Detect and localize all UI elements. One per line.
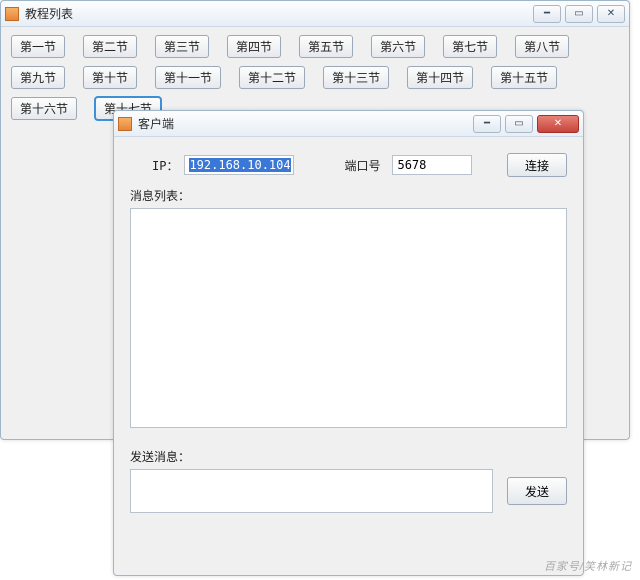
lesson-button-label: 第三节	[164, 38, 200, 55]
send-label: 发送	[525, 483, 549, 500]
ip-input[interactable]: 192.168.10.104	[184, 155, 294, 175]
main-titlebar[interactable]: 教程列表 ━ ▭ ✕	[1, 1, 629, 27]
ip-value-selected: 192.168.10.104	[189, 158, 290, 172]
lesson-button[interactable]: 第十四节	[407, 66, 473, 89]
lesson-button-label: 第五节	[308, 38, 344, 55]
app-icon	[5, 7, 19, 21]
minimize-button[interactable]: ━	[533, 5, 561, 23]
port-input[interactable]: 5678	[392, 155, 472, 175]
lesson-button[interactable]: 第十六节	[11, 97, 77, 120]
connect-button[interactable]: 连接	[507, 153, 567, 177]
lesson-button-label: 第十六节	[20, 100, 68, 117]
watermark-text: 百家号/笑林新记	[544, 558, 632, 574]
close-button[interactable]: ✕	[537, 115, 579, 133]
lesson-button[interactable]: 第十一节	[155, 66, 221, 89]
lesson-button[interactable]: 第十三节	[323, 66, 389, 89]
port-label: 端口号	[344, 157, 380, 174]
app-icon	[118, 117, 132, 131]
send-message-label: 发送消息：	[130, 448, 567, 465]
lesson-button[interactable]: 第一节	[11, 35, 65, 58]
lesson-button[interactable]: 第九节	[11, 66, 65, 89]
lesson-button[interactable]: 第六节	[371, 35, 425, 58]
client-window-controls: ━ ▭ ✕	[469, 115, 579, 133]
connection-row: IP： 192.168.10.104 端口号 5678 连接	[130, 153, 567, 177]
lesson-button-label: 第十四节	[416, 69, 464, 86]
close-button[interactable]: ✕	[597, 5, 625, 23]
client-titlebar[interactable]: 客户端 ━ ▭ ✕	[114, 111, 583, 137]
client-client-area: IP： 192.168.10.104 端口号 5678 连接 消息列表： 发送消…	[114, 137, 583, 575]
lesson-button-label: 第四节	[236, 38, 272, 55]
lesson-button-label: 第二节	[92, 38, 128, 55]
message-list-textarea[interactable]	[130, 208, 567, 428]
minimize-button[interactable]: ━	[473, 115, 501, 133]
lesson-button[interactable]: 第十节	[83, 66, 137, 89]
main-window-controls: ━ ▭ ✕	[529, 5, 625, 23]
message-list-label: 消息列表：	[130, 187, 567, 204]
port-value: 5678	[397, 158, 426, 172]
lesson-button[interactable]: 第八节	[515, 35, 569, 58]
lesson-button[interactable]: 第五节	[299, 35, 353, 58]
lesson-button-label: 第十三节	[332, 69, 380, 86]
maximize-button[interactable]: ▭	[505, 115, 533, 133]
lesson-button-label: 第九节	[20, 69, 56, 86]
lesson-button[interactable]: 第十二节	[239, 66, 305, 89]
connect-label: 连接	[525, 157, 549, 174]
lesson-button[interactable]: 第十五节	[491, 66, 557, 89]
maximize-button[interactable]: ▭	[565, 5, 593, 23]
client-window: 客户端 ━ ▭ ✕ IP： 192.168.10.104 端口号 5678 连接…	[113, 110, 584, 576]
lesson-button-label: 第十二节	[248, 69, 296, 86]
lesson-button[interactable]: 第四节	[227, 35, 281, 58]
lesson-button-label: 第一节	[20, 38, 56, 55]
lesson-button-label: 第八节	[524, 38, 560, 55]
main-window-title: 教程列表	[25, 5, 529, 22]
lesson-button[interactable]: 第二节	[83, 35, 137, 58]
lesson-button-label: 第十一节	[164, 69, 212, 86]
lesson-button-label: 第六节	[380, 38, 416, 55]
lesson-button[interactable]: 第七节	[443, 35, 497, 58]
send-message-textarea[interactable]	[130, 469, 493, 513]
send-button[interactable]: 发送	[507, 477, 567, 505]
client-window-title: 客户端	[138, 115, 469, 132]
lesson-button-label: 第十五节	[500, 69, 548, 86]
lesson-button[interactable]: 第三节	[155, 35, 209, 58]
lesson-button-label: 第七节	[452, 38, 488, 55]
lesson-button-label: 第十节	[92, 69, 128, 86]
send-row: 发送	[130, 469, 567, 513]
ip-label: IP：	[152, 157, 178, 174]
